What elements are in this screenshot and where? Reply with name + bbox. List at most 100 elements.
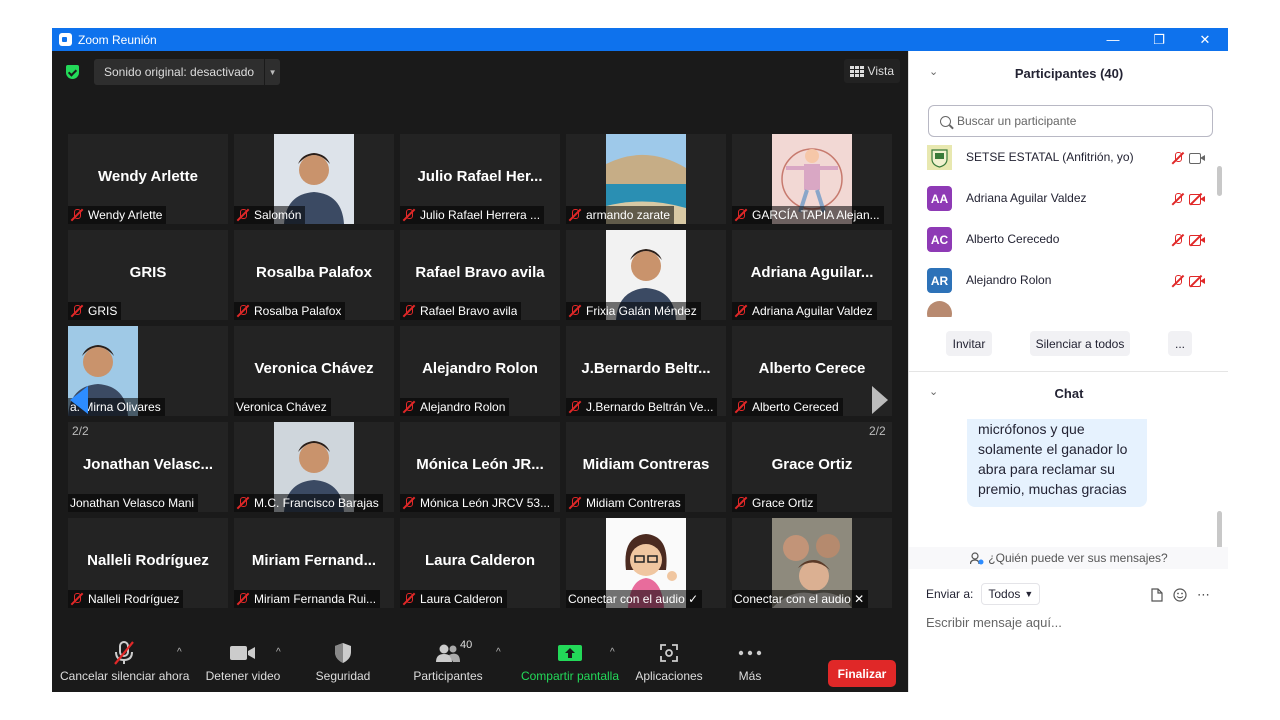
participants-button[interactable]: 40 ^ Participantes xyxy=(408,637,500,692)
security-button[interactable]: Seguridad xyxy=(308,637,378,692)
close-button[interactable]: ✕ xyxy=(1182,28,1228,51)
participant-name-label: Veronica Chávez xyxy=(234,398,331,416)
mic-muted-icon[interactable] xyxy=(1171,274,1185,288)
participant-tile[interactable]: Jonathan Velasc... Jonathan Velasco Mani xyxy=(68,422,228,512)
participant-display-name: Grace Ortiz xyxy=(771,456,853,473)
send-to-dropdown[interactable]: Todos ▼ xyxy=(981,583,1041,605)
participant-tile[interactable]: Rosalba Palafox Rosalba Palafox xyxy=(234,230,394,320)
participant-search-input[interactable]: Buscar un participante xyxy=(928,105,1213,137)
apps-icon xyxy=(660,644,678,662)
previous-page-arrow-icon[interactable] xyxy=(70,386,88,414)
chat-collapse-chevron-icon[interactable]: ⌄ xyxy=(929,385,938,398)
participant-list-name: Alejandro Rolon xyxy=(966,273,1052,287)
participant-tile[interactable]: Frixia Galán Méndez xyxy=(566,230,726,320)
chat-scrollbar[interactable] xyxy=(1217,511,1222,549)
side-panel: ⌄ Participantes (40) Buscar un participa… xyxy=(908,51,1228,692)
participant-tile[interactable]: J.Bernardo Beltr... J.Bernardo Beltrán Ve… xyxy=(566,326,726,416)
mic-muted-icon xyxy=(568,496,582,510)
mic-muted-icon[interactable] xyxy=(1171,233,1185,247)
participant-name-text: Adriana Aguilar Valdez xyxy=(752,304,873,318)
participant-tile[interactable]: Mónica León JR... Mónica León JRCV 53... xyxy=(400,422,560,512)
who-can-see-link[interactable]: ¿Quién puede ver sus mensajes? xyxy=(909,547,1228,569)
apps-button[interactable]: Aplicaciones xyxy=(632,637,706,692)
video-off-icon[interactable] xyxy=(1189,235,1205,246)
video-camera-icon[interactable] xyxy=(1189,153,1205,164)
view-button[interactable]: Vista xyxy=(843,59,900,83)
chat-title: Chat xyxy=(1054,385,1084,401)
video-options-chevron-icon[interactable]: ^ xyxy=(276,647,281,658)
video-off-icon[interactable] xyxy=(1189,194,1205,205)
more-button[interactable]: Más xyxy=(730,637,770,692)
participant-tile[interactable]: Grace Ortiz Grace Ortiz xyxy=(732,422,892,512)
participant-display-name: Alberto Cerece xyxy=(758,360,866,377)
participant-tile[interactable]: Rafael Bravo avila Rafael Bravo avila xyxy=(400,230,560,320)
emoji-icon[interactable] xyxy=(1173,588,1187,602)
share-screen-label: Compartir pantalla xyxy=(520,669,620,683)
page-indicator-left: 2/2 xyxy=(72,424,89,438)
share-options-chevron-icon[interactable]: ^ xyxy=(610,647,615,658)
participants-icon xyxy=(436,644,460,662)
mic-muted-icon xyxy=(70,208,84,222)
participant-row[interactable]: SETSE ESTATAL (Anfitrión, yo) xyxy=(909,141,1221,178)
mic-muted-icon xyxy=(402,592,416,606)
unmute-button[interactable]: ^ Cancelar silenciar ahora xyxy=(60,637,189,692)
participant-tile[interactable]: Miriam Fernand... Miriam Fernanda Rui... xyxy=(234,518,394,608)
participant-name-text: Miriam Fernanda Rui... xyxy=(254,592,377,606)
collapse-chevron-icon[interactable]: ⌄ xyxy=(929,65,938,78)
original-sound-toggle[interactable]: Sonido original: desactivado ▼ xyxy=(94,59,280,85)
participant-row[interactable]: AR Alejandro Rolon xyxy=(909,260,1221,301)
participant-tile[interactable]: Alberto Cerece Alberto Cereced xyxy=(732,326,892,416)
participant-name-text: Alejandro Rolon xyxy=(420,400,506,414)
participant-tile[interactable]: Laura Calderon Laura Calderon xyxy=(400,518,560,608)
security-shield-icon xyxy=(335,643,351,663)
participant-tile[interactable]: GARCÍA TAPIA Alejan... xyxy=(732,134,892,224)
participant-name-label: Julio Rafael Herrera ... xyxy=(400,206,545,224)
next-page-arrow-icon[interactable] xyxy=(872,386,888,414)
participant-row[interactable]: AC Alberto Cerecedo xyxy=(909,219,1221,260)
participant-tile[interactable]: armando zarate xyxy=(566,134,726,224)
participant-tile[interactable]: Conectar con el audio ✓ xyxy=(566,518,726,608)
participant-tile[interactable]: Alejandro Rolon Alejandro Rolon xyxy=(400,326,560,416)
original-sound-label: Sonido original: desactivado xyxy=(104,65,255,79)
mic-muted-icon xyxy=(70,304,84,318)
participant-tile[interactable]: a. Mirna Olivares xyxy=(68,326,228,416)
participants-more-button[interactable]: ... xyxy=(1168,331,1192,356)
participants-options-chevron-icon[interactable]: ^ xyxy=(496,647,501,658)
chevron-down-icon[interactable]: ▼ xyxy=(264,59,280,85)
restore-button[interactable]: ❐ xyxy=(1136,28,1182,51)
participant-list-name: SETSE ESTATAL (Anfitrión, yo) xyxy=(966,150,1134,164)
video-area: Sonido original: desactivado ▼ Vista Wen… xyxy=(52,51,908,692)
participant-tile[interactable]: Wendy Arlette Wendy Arlette xyxy=(68,134,228,224)
chat-more-icon[interactable]: ⋯ xyxy=(1197,587,1210,603)
minimize-button[interactable]: — xyxy=(1090,28,1136,51)
avatar xyxy=(927,301,952,317)
participant-tile[interactable]: M.C. Francisco Barajas xyxy=(234,422,394,512)
audio-options-chevron-icon[interactable]: ^ xyxy=(177,647,182,658)
participant-name-text: Laura Calderon xyxy=(420,592,503,606)
participant-row[interactable]: AA Adriana Aguilar Valdez xyxy=(909,178,1221,219)
participant-display-name: Wendy Arlette xyxy=(97,168,199,185)
mic-muted-icon[interactable] xyxy=(1171,192,1185,206)
participant-tile[interactable]: Adriana Aguilar... Adriana Aguilar Valdez xyxy=(732,230,892,320)
mic-muted-icon[interactable] xyxy=(1171,151,1185,165)
participant-tile[interactable]: Julio Rafael Her... Julio Rafael Herrera … xyxy=(400,134,560,224)
participant-tile[interactable]: Veronica Chávez Veronica Chávez xyxy=(234,326,394,416)
file-icon[interactable] xyxy=(1151,588,1163,602)
share-screen-button[interactable]: ^ Compartir pantalla xyxy=(518,637,622,692)
participant-list-scrollbar[interactable] xyxy=(1217,166,1222,196)
participant-tile[interactable]: Salomón xyxy=(234,134,394,224)
participant-tile[interactable]: Nalleli Rodríguez Nalleli Rodríguez xyxy=(68,518,228,608)
mute-all-button[interactable]: Silenciar a todos xyxy=(1030,331,1130,356)
invite-button[interactable]: Invitar xyxy=(946,331,992,356)
mic-muted-icon xyxy=(236,496,250,510)
video-off-icon[interactable] xyxy=(1189,276,1205,287)
chat-message-input[interactable]: Escribir mensaje aquí... xyxy=(926,615,1062,630)
participant-tile[interactable]: Conectar con el audio ✕ xyxy=(732,518,892,608)
encryption-shield-icon[interactable] xyxy=(66,65,79,79)
participant-name-text: Julio Rafael Herrera ... xyxy=(420,208,541,222)
participant-tile[interactable]: Midiam Contreras Midiam Contreras xyxy=(566,422,726,512)
stop-video-button[interactable]: ^ Detener video xyxy=(200,637,286,692)
chat-tools: ⋯ xyxy=(1151,587,1210,603)
participant-tile[interactable]: GRIS GRIS xyxy=(68,230,228,320)
end-meeting-button[interactable]: Finalizar xyxy=(828,660,896,687)
